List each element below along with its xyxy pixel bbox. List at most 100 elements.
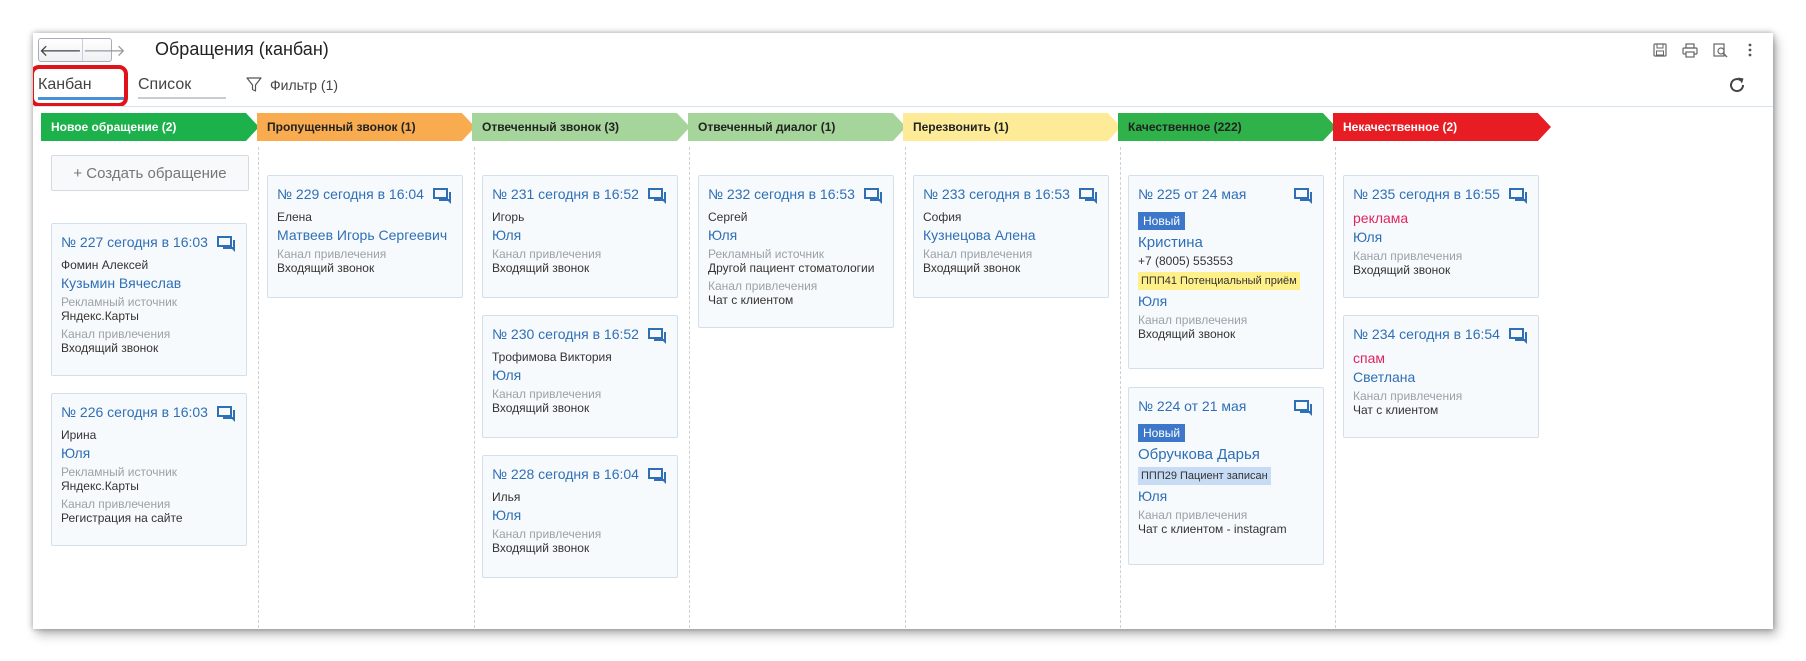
chat-icon[interactable] <box>217 236 237 253</box>
client-name-link[interactable]: Кристина <box>1138 234 1314 251</box>
column-header: Некачественное (2) <box>1333 113 1551 141</box>
client-name-link[interactable]: Обручкова Дарья <box>1138 446 1314 463</box>
refresh-icon <box>1730 77 1745 93</box>
client-name: Ирина <box>61 428 97 442</box>
channel-value: Входящий звонок <box>492 541 590 555</box>
request-card[interactable]: № 229 сегодня в 16:04 Елена Матвеев Игор… <box>267 175 463 298</box>
request-card[interactable]: № 230 сегодня в 16:52 Трофимова Виктория… <box>482 315 678 438</box>
column-answered-call: Отвеченный звонок (3) № 231 сегодня в 16… <box>472 113 692 629</box>
client-name: София <box>923 210 962 224</box>
forward-button[interactable]: 🡒 <box>81 39 126 61</box>
channel-label: Канал привлечения <box>708 279 818 293</box>
chat-icon[interactable] <box>433 188 453 205</box>
manager-link[interactable]: Юля <box>492 507 668 523</box>
column-missed-call: Пропущенный звонок (1) № 229 сегодня в 1… <box>257 113 477 629</box>
preview-icon[interactable] <box>1711 41 1729 59</box>
highlight-annotation <box>33 65 128 107</box>
channel-label: Канал привлечения <box>1353 389 1463 403</box>
manager-link[interactable]: Светлана <box>1353 369 1529 385</box>
channel-value: Входящий звонок <box>492 261 590 275</box>
toolbar-icons <box>1651 41 1759 59</box>
create-request-button[interactable]: + Создать обращение <box>51 155 249 191</box>
request-card[interactable]: № 235 сегодня в 16:55 реклама Юля Канал … <box>1343 175 1539 298</box>
request-card[interactable]: № 227 сегодня в 16:03 Фомин Алексей Кузь… <box>51 223 247 376</box>
card-title[interactable]: № 227 сегодня в 16:03 <box>61 234 208 250</box>
card-title[interactable]: № 229 сегодня в 16:04 <box>277 186 424 202</box>
chat-icon[interactable] <box>1294 188 1314 205</box>
manager-link[interactable]: Матвеев Игорь Сергеевич <box>277 227 453 243</box>
chat-icon[interactable] <box>1509 328 1529 345</box>
filter-button[interactable]: Фильтр (1) <box>246 77 338 93</box>
page-title: Обращения (канбан) <box>155 39 329 59</box>
manager-link[interactable]: Кузьмин Вячеслав <box>61 275 237 291</box>
channel-label: Канал привлечения <box>61 497 171 511</box>
request-card[interactable]: № 226 сегодня в 16:03 Ирина Юля Рекламны… <box>51 393 247 546</box>
channel-value: Входящий звонок <box>61 341 159 355</box>
save-icon[interactable] <box>1651 41 1669 59</box>
column-qualified: Качественное (222) № 225 от 24 мая Новый… <box>1118 113 1338 629</box>
card-title[interactable]: № 232 сегодня в 16:53 <box>708 186 855 202</box>
column-new: Новое обращение (2) + Создать обращение … <box>41 113 261 629</box>
ad-source-value: Яндекс.Карты <box>61 309 139 323</box>
card-title[interactable]: № 231 сегодня в 16:52 <box>492 186 639 202</box>
channel-label: Канал привлечения <box>492 247 602 261</box>
manager-link[interactable]: Юля <box>708 227 884 243</box>
manager-link[interactable]: Юля <box>492 227 668 243</box>
channel-value: Входящий звонок <box>1353 263 1451 277</box>
stage-tag: ППП29 Пациент записан <box>1138 467 1271 485</box>
card-title[interactable]: № 234 сегодня в 16:54 <box>1353 326 1500 342</box>
manager-link[interactable]: Кузнецова Алена <box>923 227 1099 243</box>
column-header: Перезвонить (1) <box>903 113 1121 141</box>
channel-value: Входящий звонок <box>492 401 590 415</box>
chat-icon[interactable] <box>217 406 237 423</box>
back-button[interactable]: 🡐 <box>39 39 82 61</box>
more-icon[interactable] <box>1741 41 1759 59</box>
request-card[interactable]: № 234 сегодня в 16:54 спам Светлана Кана… <box>1343 315 1539 438</box>
client-name: Фомин Алексей <box>61 258 149 272</box>
app-window: 🡐 🡒 Обращения (канбан) Канбан Список Фил… <box>33 33 1773 629</box>
arrow-right-icon: 🡒 <box>82 42 126 60</box>
card-title[interactable]: № 225 от 24 мая <box>1138 186 1246 202</box>
request-card[interactable]: № 225 от 24 мая Новый Кристина +7 (8005)… <box>1128 175 1324 369</box>
manager-link[interactable]: Юля <box>1353 229 1529 245</box>
request-card[interactable]: № 228 сегодня в 16:04 Илья Юля Канал при… <box>482 455 678 578</box>
chat-icon[interactable] <box>1509 188 1529 205</box>
card-title[interactable]: № 235 сегодня в 16:55 <box>1353 186 1500 202</box>
channel-value: Входящий звонок <box>923 261 1021 275</box>
column-header: Отвеченный звонок (3) <box>472 113 690 141</box>
column-unqualified: Некачественное (2) № 235 сегодня в 16:55… <box>1333 113 1553 629</box>
card-title[interactable]: № 230 сегодня в 16:52 <box>492 326 639 342</box>
manager-link[interactable]: Юля <box>1138 488 1314 504</box>
manager-link[interactable]: Юля <box>1138 293 1314 309</box>
card-title[interactable]: № 224 от 21 мая <box>1138 398 1246 414</box>
channel-label: Канал привлечения <box>61 327 171 341</box>
chat-icon[interactable] <box>648 188 668 205</box>
request-card[interactable]: № 231 сегодня в 16:52 Игорь Юля Канал пр… <box>482 175 678 298</box>
request-card[interactable]: № 232 сегодня в 16:53 Сергей Юля Рекламн… <box>698 175 894 328</box>
refresh-button[interactable] <box>1727 75 1749 97</box>
print-icon[interactable] <box>1681 41 1699 59</box>
tab-list[interactable]: Список <box>138 73 226 99</box>
column-header: Пропущенный звонок (1) <box>257 113 475 141</box>
column-header: Качественное (222) <box>1118 113 1336 141</box>
chat-icon[interactable] <box>648 328 668 345</box>
request-card[interactable]: № 224 от 21 мая Новый Обручкова Дарья ПП… <box>1128 387 1324 565</box>
card-title[interactable]: № 233 сегодня в 16:53 <box>923 186 1070 202</box>
card-title[interactable]: № 226 сегодня в 16:03 <box>61 404 208 420</box>
chat-icon[interactable] <box>1294 400 1314 417</box>
rejection-reason: реклама <box>1353 210 1409 226</box>
chat-icon[interactable] <box>648 468 668 485</box>
manager-link[interactable]: Юля <box>492 367 668 383</box>
card-title[interactable]: № 228 сегодня в 16:04 <box>492 466 639 482</box>
manager-link[interactable]: Юля <box>61 445 237 461</box>
nav-buttons: 🡐 🡒 <box>38 38 126 62</box>
status-badge: Новый <box>1138 424 1186 442</box>
chat-icon[interactable] <box>1079 188 1099 205</box>
request-card[interactable]: № 233 сегодня в 16:53 София Кузнецова Ал… <box>913 175 1109 298</box>
channel-value: Чат с клиентом - instagram <box>1138 522 1287 536</box>
column-header: Отвеченный диалог (1) <box>688 113 906 141</box>
channel-value: Чат с клиентом <box>1353 403 1439 417</box>
column-call-back: Перезвонить (1) № 233 сегодня в 16:53 Со… <box>903 113 1123 629</box>
ad-source-label: Рекламный источник <box>61 465 178 479</box>
chat-icon[interactable] <box>864 188 884 205</box>
